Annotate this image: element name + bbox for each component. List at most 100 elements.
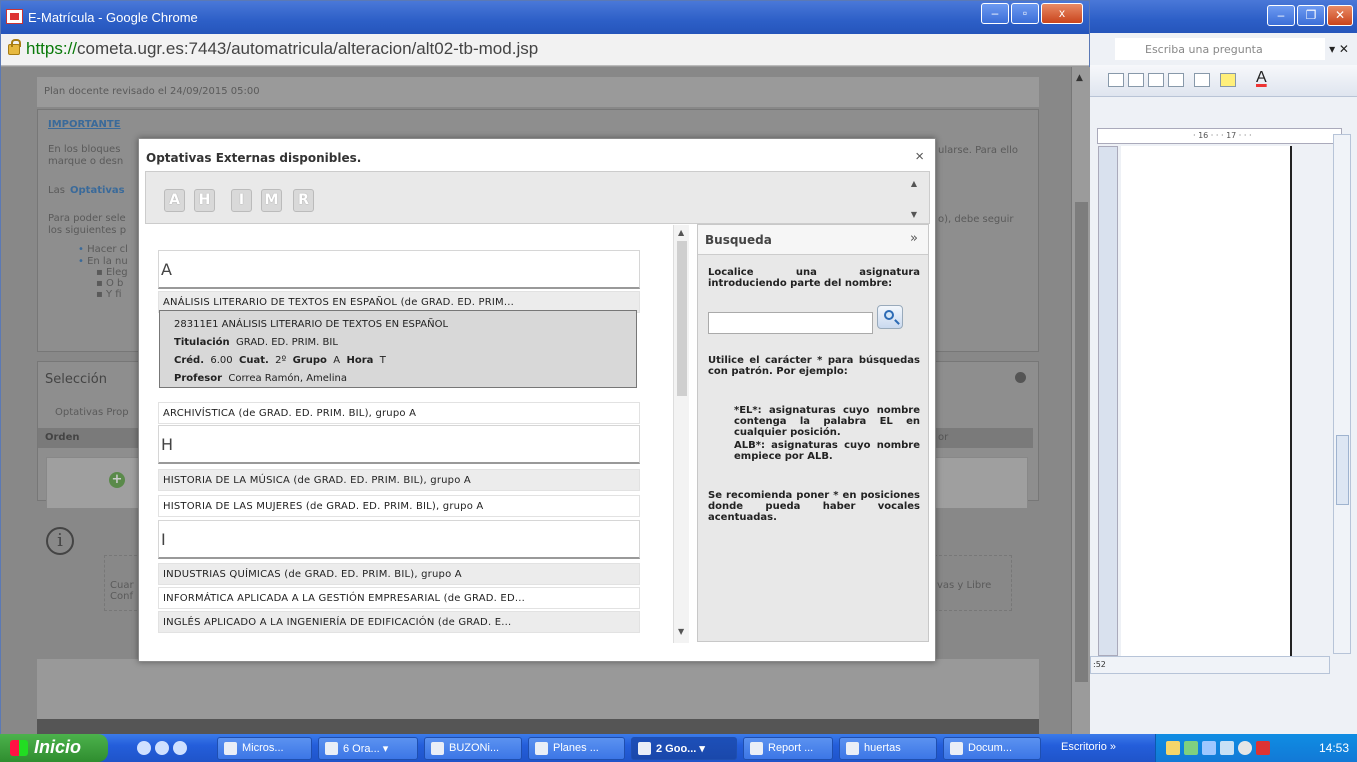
info-text: Cuar [110, 580, 134, 591]
chrome-titlebar[interactable]: E-Matrícula - Google Chrome – ▫ x [1, 1, 1089, 34]
para3-text-2: los siguientes p [48, 225, 127, 236]
word-titlebar[interactable]: – ❐ ✕ [1090, 0, 1357, 33]
seleccion-title: Selección [45, 372, 107, 387]
detail-titulacion: Titulación GRAD. ED. PRIM. BIL [174, 337, 338, 348]
scrollbar-thumb[interactable] [1075, 202, 1088, 682]
info-text-2: Conf [110, 591, 133, 602]
letter-button-r[interactable]: R [293, 189, 314, 212]
list-item[interactable]: HISTORIA DE LA MÚSICA (de GRAD. ED. PRIM… [158, 469, 640, 491]
subject-list: A ANÁLISIS LITERARIO DE TEXTOS EN ESPAÑO… [145, 225, 693, 643]
align-center-icon[interactable] [1128, 73, 1144, 87]
align-left-icon[interactable] [1108, 73, 1124, 87]
task-button[interactable]: BUZONi... [424, 737, 522, 760]
tray-icon[interactable] [1184, 741, 1198, 755]
list-scroll-down[interactable]: ▼ [678, 627, 684, 636]
letters-scroll-down[interactable]: ▼ [911, 210, 917, 219]
window-controls: – ▫ x [981, 3, 1083, 24]
word-scroll-thumb[interactable] [1336, 435, 1349, 505]
bullet-item: • En la nu [78, 256, 128, 267]
search-panel-header: Busqueda » [698, 225, 928, 255]
col-profesor: or [938, 432, 949, 443]
justify-icon[interactable] [1168, 73, 1184, 87]
footer-area [37, 659, 1039, 719]
optativas-link[interactable]: Optativas [70, 185, 125, 196]
ie-quicklaunch-icon[interactable] [137, 741, 151, 755]
quicklaunch-icon-2[interactable] [173, 741, 187, 755]
list-item[interactable]: HISTORIA DE LAS MUJERES (de GRAD. ED. PR… [158, 495, 640, 517]
url-text[interactable]: https://cometa.ugr.es:7443/automatricula… [26, 39, 538, 59]
task-button-active[interactable]: 2 Goo... ▾ [631, 737, 737, 760]
search-input[interactable] [708, 312, 873, 334]
app-icon [6, 9, 23, 24]
tray-icon[interactable] [1166, 741, 1180, 755]
word-help-close[interactable]: ▾ ✕ [1329, 42, 1349, 56]
task-button[interactable]: huertas [839, 737, 937, 760]
para1-text: En los bloques [48, 144, 121, 155]
address-bar[interactable]: https://cometa.ugr.es:7443/automatricula… [1, 34, 1089, 66]
tray-icon[interactable] [1256, 741, 1270, 755]
quicklaunch-icon[interactable] [155, 741, 169, 755]
modal-close-button[interactable]: × [915, 148, 924, 165]
word-restore-button[interactable]: ❐ [1297, 5, 1325, 26]
task-button[interactable]: Micros... [217, 737, 312, 760]
highlight-icon[interactable] [1220, 73, 1236, 87]
start-button[interactable]: Inicio [0, 734, 108, 762]
letter-button-i[interactable]: I [231, 189, 252, 212]
task-button[interactable]: Planes ... [528, 737, 625, 760]
search-button[interactable] [877, 305, 903, 329]
window-title: E-Matrícula - Google Chrome [28, 10, 198, 25]
desktop-toolbar[interactable]: Escritorio » [1061, 741, 1116, 753]
task-button[interactable]: Report ... [743, 737, 833, 760]
tab-optativas[interactable]: Optativas Prop [55, 407, 129, 418]
list-icon[interactable] [1194, 73, 1210, 87]
info-icon: i [46, 527, 74, 555]
list-item[interactable]: ARCHIVÍSTICA (de GRAD. ED. PRIM. BIL), g… [158, 402, 640, 424]
clock[interactable]: 14:53 [1319, 741, 1349, 755]
detail-code-name: 28311E1 ANÁLISIS LITERARIO DE TEXTOS EN … [174, 319, 449, 330]
group-header-i: I [158, 520, 640, 559]
minimize-button[interactable]: – [981, 3, 1009, 24]
page-scrollbar[interactable]: ▲ [1071, 67, 1090, 735]
letter-button-m[interactable]: M [261, 189, 282, 212]
search-example-1: *EL*: asignaturas cuyo nombre contenga l… [734, 405, 920, 438]
letter-button-a[interactable]: A [164, 189, 185, 212]
list-item[interactable]: INFORMÁTICA APLICADA A LA GESTIÓN EMPRES… [158, 587, 640, 609]
task-button[interactable]: 6 Ora... ▾ [318, 737, 418, 760]
close-window-button[interactable]: x [1041, 3, 1083, 24]
list-scrollbar[interactable]: ▲ ▼ [673, 225, 689, 643]
word-vertical-scrollbar[interactable] [1333, 134, 1351, 654]
add-icon[interactable]: + [109, 472, 125, 488]
tray-icon[interactable] [1220, 741, 1234, 755]
collapse-icon[interactable] [1015, 372, 1026, 383]
important-label[interactable]: IMPORTANTE [48, 119, 121, 130]
collapse-panel-button[interactable]: » [910, 231, 918, 246]
search-panel-title: Busqueda [705, 233, 772, 247]
letter-button-h[interactable]: H [194, 189, 215, 212]
list-item[interactable]: INGLÉS APLICADO A LA INGENIERÍA DE EDIFI… [158, 611, 640, 633]
plan-row: Plan docente revisado el 24/09/2015 05:0… [37, 77, 1039, 107]
list-scroll-thumb[interactable] [677, 241, 687, 396]
word-minimize-button[interactable]: – [1267, 5, 1295, 26]
excel-icon [224, 742, 237, 755]
tray-icon[interactable] [1238, 741, 1252, 755]
word-horizontal-scrollbar[interactable]: :52 [1090, 656, 1330, 674]
list-item[interactable]: INDUSTRIAS QUÍMICAS (de GRAD. ED. PRIM. … [158, 563, 640, 585]
group-header-a: A [158, 250, 640, 289]
scroll-up-arrow[interactable]: ▲ [1076, 73, 1083, 83]
list-scroll-up[interactable]: ▲ [678, 228, 684, 237]
task-button[interactable]: Docum... [943, 737, 1041, 760]
url-path: :7443/automatricula/alteracion/alt02-tb-… [183, 39, 539, 58]
font-color-icon[interactable]: A [1256, 69, 1267, 87]
ask-question-box[interactable]: Escriba una pregunta [1115, 38, 1325, 60]
word-window: – ❐ ✕ Escriba una pregunta ▾ ✕ A · 16 · … [1090, 0, 1357, 734]
plan-text: Plan docente revisado el 24/09/2015 05:0… [44, 86, 260, 97]
word-page[interactable] [1121, 146, 1292, 656]
maximize-button[interactable]: ▫ [1011, 3, 1039, 24]
word-close-button[interactable]: ✕ [1327, 5, 1353, 26]
report-icon [750, 742, 763, 755]
letters-scroll-up[interactable]: ▲ [911, 179, 917, 188]
align-right-icon[interactable] [1148, 73, 1164, 87]
planes-icon [535, 742, 548, 755]
group-header-h: H [158, 425, 640, 464]
tray-icon[interactable] [1202, 741, 1216, 755]
